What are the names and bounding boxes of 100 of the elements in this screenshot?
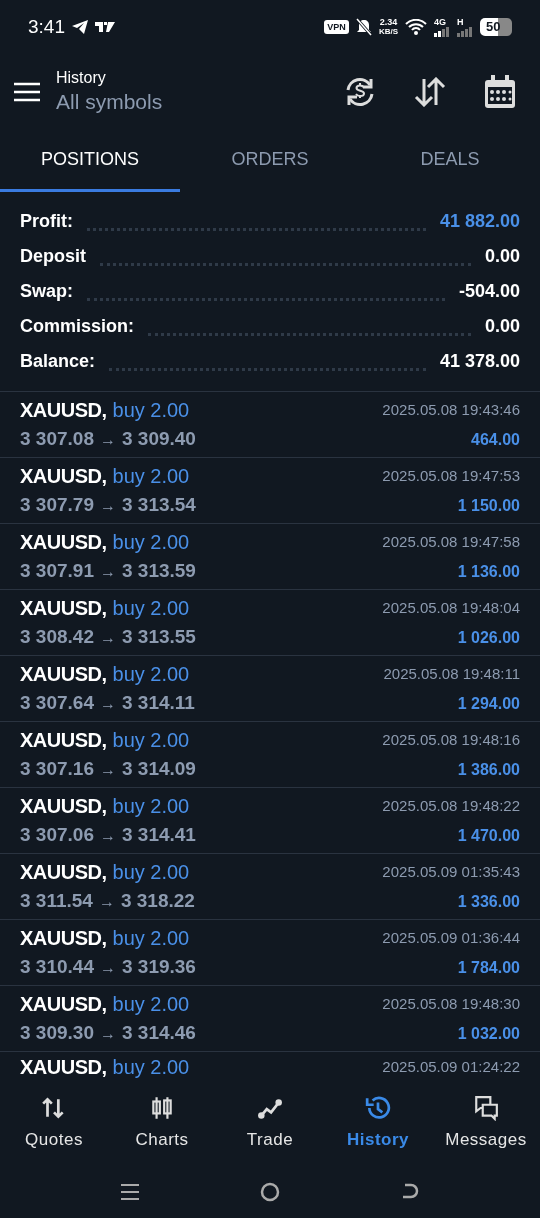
tab[interactable]: POSITIONS [0,130,180,192]
sort-icon[interactable] [414,77,446,107]
network-speed: 2.34 [379,18,398,27]
summary-label: Profit: [20,210,73,233]
symbol-name: XAUUSD, [20,596,107,622]
app-logo-icon [95,21,115,33]
nav-tab[interactable]: Quotes [0,1082,108,1166]
paper-plane-icon [71,19,89,35]
arrow-glyph: → [99,760,116,781]
home-icon[interactable] [260,1182,280,1202]
profit-value: 1 294.00 [457,693,520,714]
trade-time: 2025.05.08 19:48:04 [382,598,520,618]
profit-value: 1 470.00 [457,825,520,846]
screen-title: History [56,68,107,88]
symbol-name: XAUUSD, [20,464,107,490]
close-price: 3 314.09 [121,757,196,782]
symbol-name: XAUUSD, [20,662,107,688]
open-price: 3 307.06 [20,823,94,848]
symbol-name: XAUUSD, [20,794,107,820]
position-row[interactable]: XAUUSD, buy 2.00 2025.05.08 19:48:22 3 307.06 → 3 314.41 1 470.00 [0,788,540,854]
trade-volume: buy 2.00 [112,662,190,688]
trade-time: 2025.05.08 19:43:46 [382,400,520,420]
profit-value: 1 032.00 [457,1023,520,1044]
position-row[interactable]: XAUUSD, buy 2.00 2025.05.09 01:24:22 [0,1052,540,1082]
profit-value: 1 386.00 [457,759,520,780]
symbol-name: XAUUSD, [20,398,107,424]
vpn-indicator: VPN [324,20,349,34]
position-row[interactable]: XAUUSD, buy 2.00 2025.05.08 19:48:04 3 308.42 → 3 313.55 1 026.00 [0,590,540,656]
close-price: 3 313.59 [121,559,196,584]
open-price: 3 307.64 [20,691,94,716]
close-price: 3 314.41 [121,823,196,848]
arrow-glyph: → [99,628,116,649]
symbol-name: XAUUSD, [20,530,107,556]
open-price: 3 308.42 [20,625,94,650]
trade-time: 2025.05.08 19:48:30 [382,994,520,1014]
profit-value: 1 336.00 [457,891,520,912]
summary-value: 0.00 [484,245,520,268]
trade-volume: buy 2.00 [112,1055,190,1080]
nav-tab[interactable]: History [324,1082,432,1166]
muted-bell-icon [355,18,372,36]
arrow-glyph: → [99,826,116,847]
open-price: 3 310.44 [20,955,94,980]
trade-time: 2025.05.09 01:36:44 [382,928,520,948]
summary-label: Deposit [20,245,86,268]
open-price: 3 307.08 [20,427,94,452]
wifi-icon [405,19,427,35]
summary-value: 41 378.00 [439,350,520,373]
position-row[interactable]: XAUUSD, buy 2.00 2025.05.08 19:48:11 3 307.64 → 3 314.11 1 294.00 [0,656,540,722]
trade-time: 2025.05.09 01:35:43 [382,862,520,882]
recent-apps-icon[interactable] [120,1183,139,1201]
position-row[interactable]: XAUUSD, buy 2.00 2025.05.08 19:47:58 3 307.91 → 3 313.59 1 136.00 [0,524,540,590]
trade-time: 2025.05.08 19:47:58 [382,532,520,552]
trade-volume: buy 2.00 [112,596,190,622]
tab[interactable]: DEALS [360,130,540,192]
trade-volume: buy 2.00 [112,794,190,820]
summary-value: 0.00 [484,315,520,338]
network-type: H [457,17,464,27]
open-price: 3 311.54 [20,889,93,914]
trade-volume: buy 2.00 [112,860,190,886]
calendar-icon[interactable] [484,75,516,109]
signal-icon [457,26,473,37]
position-row[interactable]: XAUUSD, buy 2.00 2025.05.09 01:36:44 3 310.44 → 3 319.36 1 784.00 [0,920,540,986]
symbol-name: XAUUSD, [20,992,107,1018]
profit-value: 1 150.00 [457,495,520,516]
position-row[interactable]: XAUUSD, buy 2.00 2025.05.08 19:43:46 3 307.08 → 3 309.40 464.00 [0,392,540,458]
menu-icon[interactable] [14,82,40,102]
candlestick-icon [149,1095,175,1122]
nav-tab[interactable]: Trade [216,1082,324,1166]
tab[interactable]: ORDERS [180,130,360,192]
trade-time: 2025.05.08 19:47:53 [382,466,520,486]
summary-label: Balance: [20,350,96,373]
trade-volume: buy 2.00 [112,728,190,754]
position-row[interactable]: XAUUSD, buy 2.00 2025.05.08 19:47:53 3 307.79 → 3 313.54 1 150.00 [0,458,540,524]
history-icon [365,1095,391,1122]
profit-value: 1 136.00 [457,561,520,582]
symbol-filter[interactable]: All symbols [56,88,344,116]
nav-tab[interactable]: Charts [108,1082,216,1166]
arrow-glyph: → [99,958,116,979]
profit-value: 1 784.00 [457,957,520,978]
arrow-glyph: → [99,496,116,517]
back-icon[interactable] [401,1183,420,1201]
trade-volume: buy 2.00 [112,398,190,424]
network-speed-unit: KB/S [378,27,398,36]
trade-volume: buy 2.00 [112,926,190,952]
trade-time: 2025.05.08 19:48:22 [382,796,520,816]
nav-tab[interactable]: Messages [432,1082,540,1166]
trade-time: 2025.05.09 01:24:22 [382,1056,520,1077]
arrow-glyph: → [99,430,116,451]
clock-time: 3:41 [28,14,65,39]
arrow-glyph: → [99,694,116,715]
position-row[interactable]: XAUUSD, buy 2.00 2025.05.08 19:48:16 3 307.16 → 3 314.09 1 386.00 [0,722,540,788]
arrow-glyph: → [98,892,115,913]
currency-exchange-icon[interactable] [344,76,376,108]
trade-volume: buy 2.00 [112,992,190,1018]
trade-time: 2025.05.08 19:48:16 [382,730,520,750]
open-price: 3 307.91 [20,559,94,584]
position-row[interactable]: XAUUSD, buy 2.00 2025.05.09 01:35:43 3 311.54 → 3 318.22 1 336.00 [0,854,540,920]
network-type: 4G [434,17,446,27]
position-row[interactable]: XAUUSD, buy 2.00 2025.05.08 19:48:30 3 309.30 → 3 314.46 1 032.00 [0,986,540,1052]
close-price: 3 309.40 [121,427,196,452]
